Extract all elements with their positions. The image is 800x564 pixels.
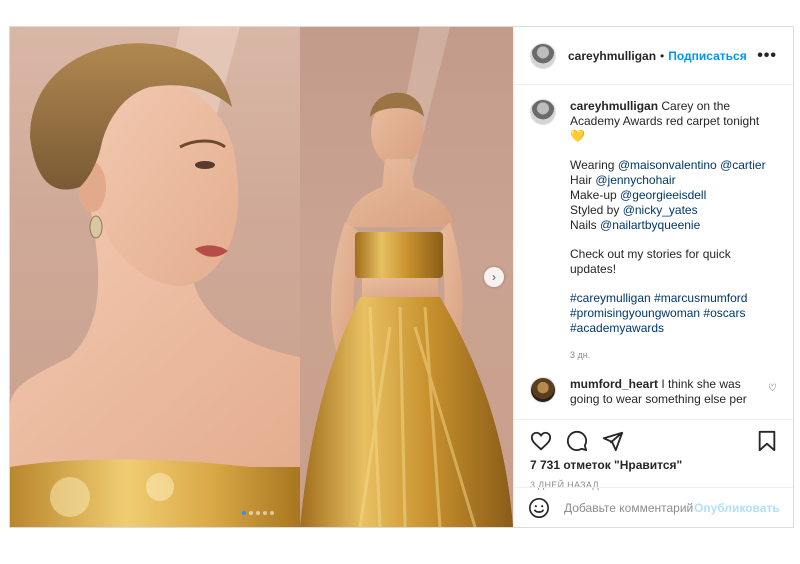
publish-button[interactable]: Опубликовать xyxy=(694,501,780,515)
post-media-carousel[interactable]: › xyxy=(10,27,513,527)
comment-input[interactable] xyxy=(564,500,694,515)
action-icons xyxy=(530,426,777,456)
avatar[interactable] xyxy=(530,99,556,125)
mention-link[interactable]: @nicky_yates xyxy=(623,203,698,217)
carousel-dot xyxy=(256,511,260,515)
comments-list[interactable]: careyhmulligan Carey on the Academy Awar… xyxy=(514,85,793,419)
comment-like-icon[interactable]: ♡ xyxy=(768,381,777,396)
instagram-post: › careyhmulligan • Подписаться ••• carey… xyxy=(9,26,794,528)
comment-username[interactable]: mumford_heart xyxy=(570,377,658,391)
header-username[interactable]: careyhmulligan xyxy=(568,49,656,63)
avatar[interactable] xyxy=(530,377,556,403)
yellow-heart-icon: 💛 xyxy=(570,129,585,143)
hashtag-link[interactable]: #marcusmumford xyxy=(654,291,747,305)
hashtag-link[interactable]: #oscars xyxy=(703,306,745,320)
photo-full-length xyxy=(300,27,513,527)
like-heart-icon[interactable] xyxy=(530,430,552,452)
photo-closeup xyxy=(10,27,300,527)
avatar[interactable] xyxy=(530,42,556,69)
more-options-icon[interactable]: ••• xyxy=(757,47,777,65)
hair-label: Hair xyxy=(570,173,593,187)
caption-body: careyhmulligan Carey on the Academy Awar… xyxy=(570,99,777,363)
wearing-label: Wearing xyxy=(570,158,615,172)
makeup-label: Make-up xyxy=(570,188,617,202)
nails-label: Nails xyxy=(570,218,597,232)
carousel-dot xyxy=(249,511,253,515)
post-header: careyhmulligan • Подписаться ••• xyxy=(514,27,793,85)
mention-link[interactable]: @georgieeisdell xyxy=(620,188,706,202)
carousel-dot xyxy=(263,511,267,515)
mention-link[interactable]: @maisonvalentino xyxy=(618,158,717,172)
chevron-right-icon: › xyxy=(492,270,496,284)
hashtag-link[interactable]: #promisingyoungwoman xyxy=(570,306,700,320)
caption-timestamp[interactable]: 3 дн. xyxy=(570,348,777,363)
caption-username[interactable]: careyhmulligan xyxy=(570,99,658,113)
comment-icon[interactable] xyxy=(566,430,588,452)
share-icon[interactable] xyxy=(602,430,624,452)
comment-body: mumford_heart I think she was going to w… xyxy=(570,377,754,407)
stories-text: Check out my stories for quick updates! xyxy=(570,247,731,276)
emoji-icon[interactable] xyxy=(528,497,550,519)
bookmark-icon[interactable] xyxy=(757,430,777,452)
carousel-dot xyxy=(270,511,274,515)
styled-label: Styled by xyxy=(570,203,620,217)
hashtag-link[interactable]: #academyawards xyxy=(570,321,664,335)
comment-item: mumford_heart I think she was going to w… xyxy=(530,377,777,407)
add-comment-bar: Опубликовать xyxy=(514,487,793,527)
separator-dot: • xyxy=(660,48,665,63)
caption: careyhmulligan Carey on the Academy Awar… xyxy=(530,99,777,363)
carousel-dot xyxy=(242,511,246,515)
carousel-next-button[interactable]: › xyxy=(484,267,504,287)
hashtag-link[interactable]: #careymulligan xyxy=(570,291,651,305)
mention-link[interactable]: @nailartbyqueenie xyxy=(600,218,700,232)
mention-link[interactable]: @cartier xyxy=(720,158,766,172)
follow-button[interactable]: Подписаться xyxy=(668,49,746,63)
post-side-panel: careyhmulligan • Подписаться ••• careyhm… xyxy=(513,27,793,527)
likes-count[interactable]: 7 731 отметок "Нравится" xyxy=(530,458,777,472)
mention-link[interactable]: @jennychohair xyxy=(595,173,675,187)
carousel-indicator xyxy=(242,511,274,515)
